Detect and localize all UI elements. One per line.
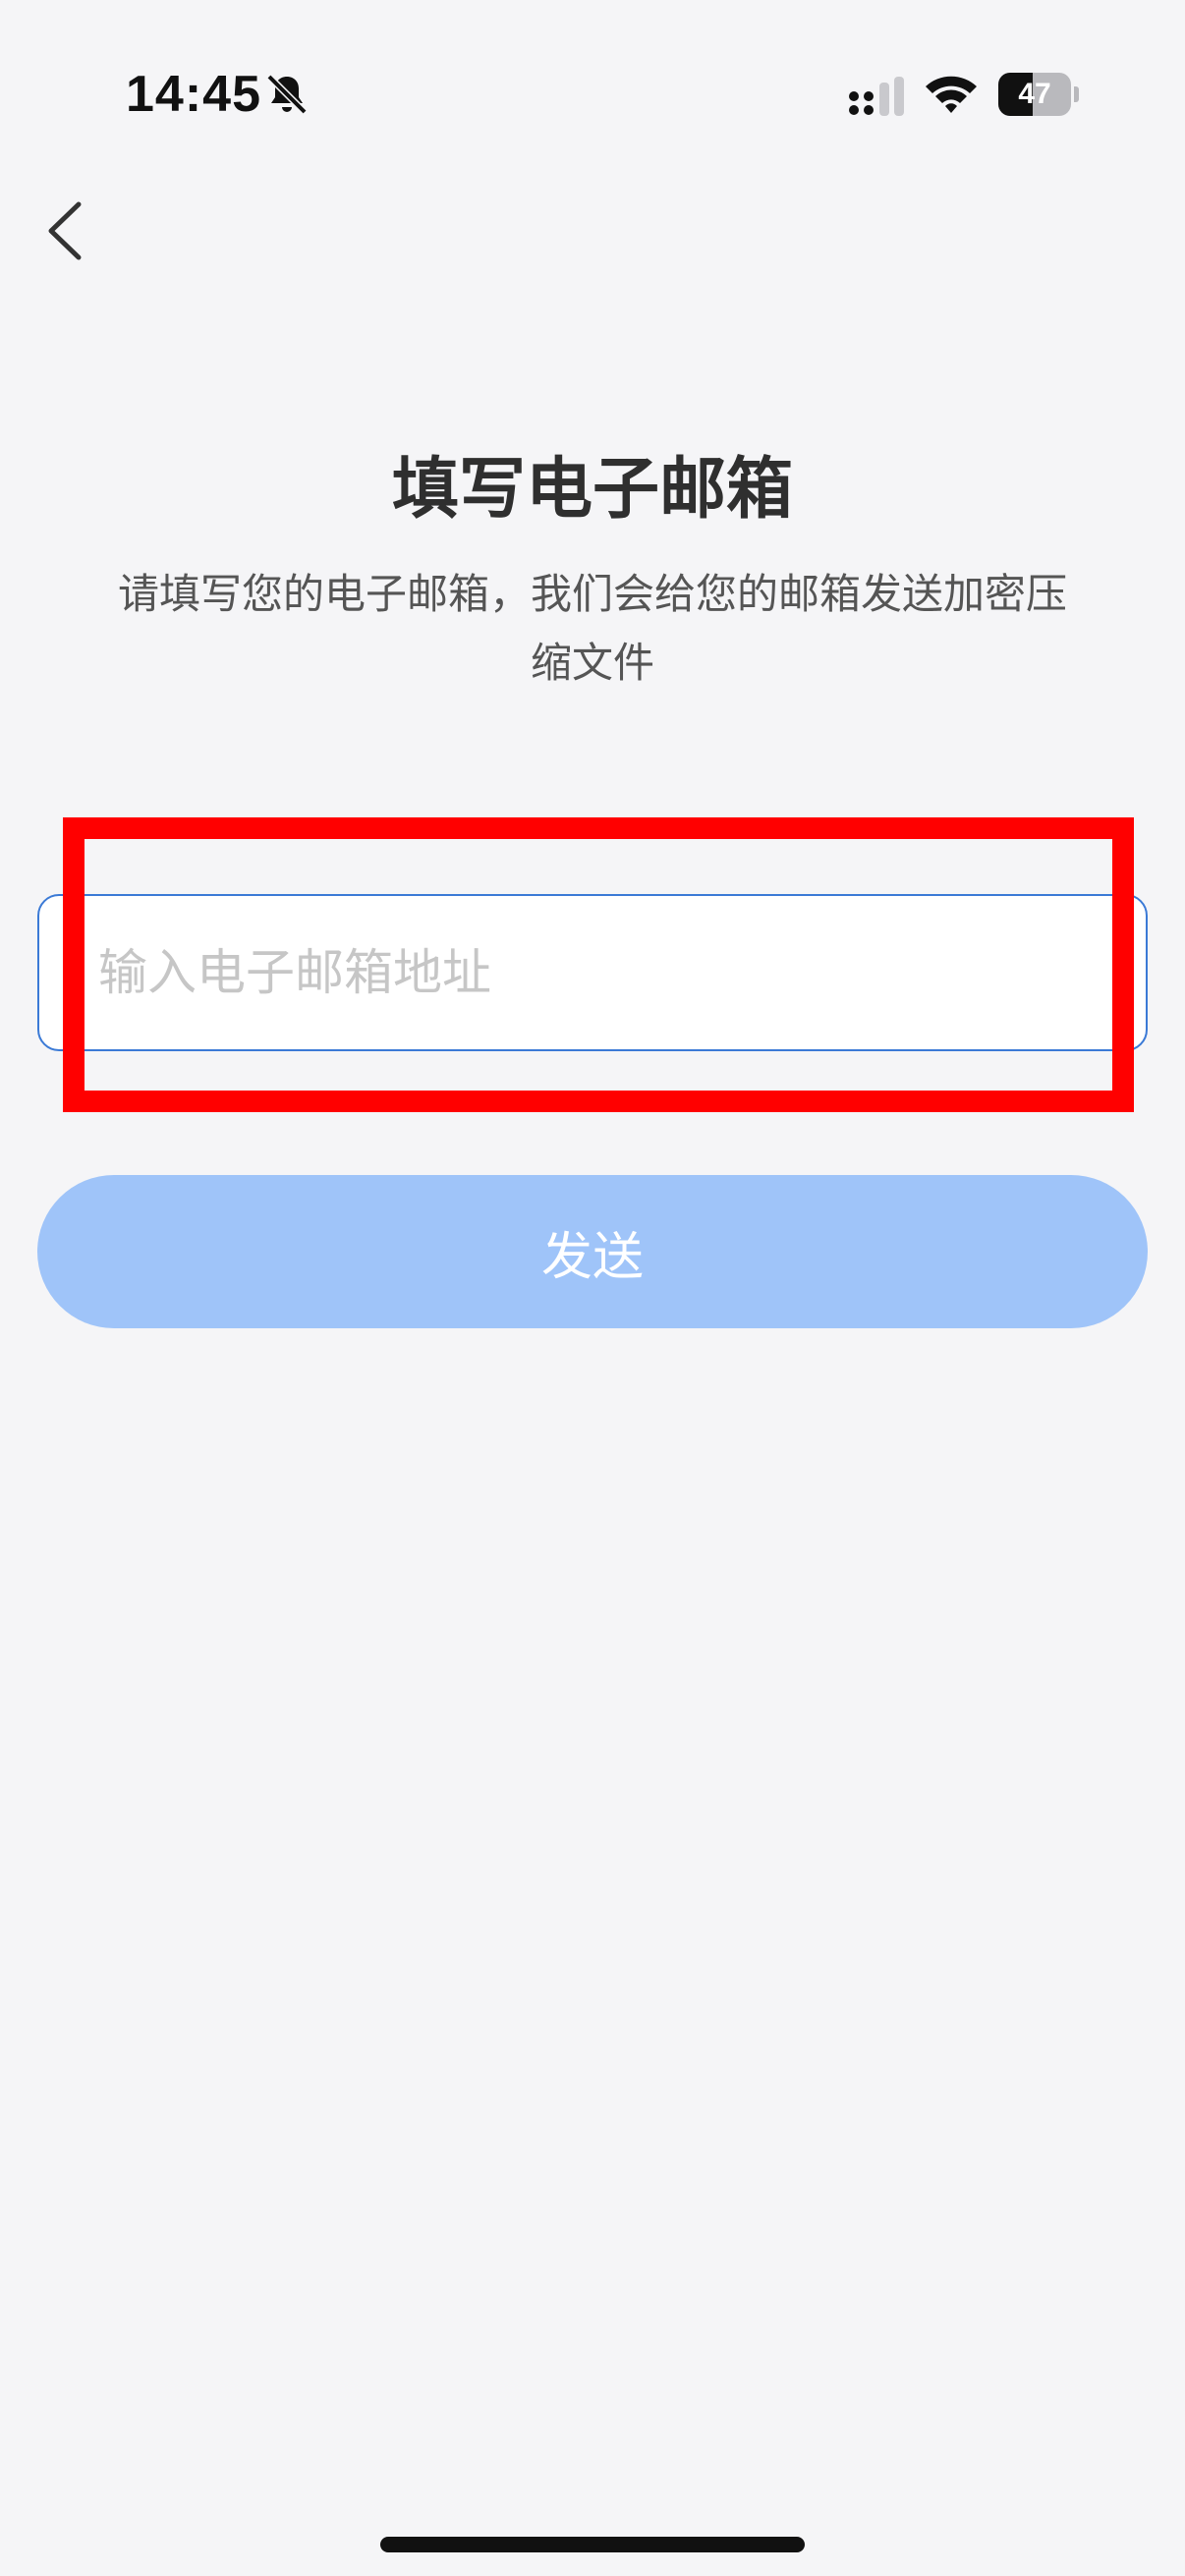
status-time: 14:45 [126, 66, 261, 123]
cellular-signal-icon [849, 77, 904, 116]
home-indicator [380, 2537, 805, 2552]
send-button[interactable]: 发送 [37, 1175, 1148, 1328]
mute-bell-icon [266, 74, 308, 115]
wifi-icon [926, 76, 977, 113]
back-button[interactable] [29, 187, 108, 275]
battery-cap [1074, 86, 1079, 102]
battery-body: 47 [998, 73, 1071, 116]
page-subtitle: 请填写您的电子邮箱，我们会给您的邮箱发送加密压缩文件 [117, 570, 1067, 687]
status-bar: 14:45 47 [0, 0, 1185, 187]
page-title: 填写电子邮箱 [391, 451, 793, 529]
battery-level: 47 [1018, 78, 1051, 110]
chevron-left-icon [48, 201, 82, 260]
battery-icon: 47 [998, 73, 1079, 116]
email-input[interactable] [37, 894, 1148, 1051]
